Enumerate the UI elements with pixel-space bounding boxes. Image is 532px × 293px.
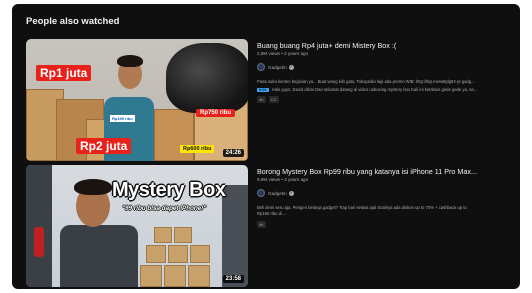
channel-name[interactable]: Gadgetin xyxy=(268,191,287,196)
video-meta: 9,9M views • 3 years ago xyxy=(257,177,309,182)
video-item[interactable]: Mystery Box "99 ribu bisa dapet iPhone!"… xyxy=(26,165,502,287)
channel-avatar[interactable] xyxy=(257,189,265,197)
cardboard-box xyxy=(140,265,162,287)
badge-cc: CC xyxy=(268,96,279,103)
channel-name[interactable]: Gadgetin xyxy=(268,65,287,70)
channel-avatar[interactable] xyxy=(257,63,265,71)
chapter-timestamp[interactable]: 0:00 xyxy=(257,87,269,92)
thumbnail-subtitle: "99 ribu bisa dapet iPhone!" xyxy=(122,205,207,212)
cardboard-box xyxy=(154,109,194,161)
duration-badge: 24:26 xyxy=(222,149,244,157)
video-title[interactable]: Buang buang Rp4 juta+ demi Mistery Box :… xyxy=(257,41,502,50)
person-hair xyxy=(117,55,143,67)
channel-link[interactable]: Gadgetin ✓ xyxy=(257,189,502,197)
price-label: Rp600 ribu xyxy=(180,145,215,153)
cardboard-box xyxy=(168,245,188,263)
cardboard-box xyxy=(174,227,192,243)
video-item[interactable]: Rp1 juta Rp2 juta Rp750 ribu Rp600 ribu … xyxy=(26,39,502,161)
verified-check-icon: ✓ xyxy=(288,64,294,70)
price-label: Rp1 juta xyxy=(36,65,92,81)
video-thumbnail[interactable]: Rp1 juta Rp2 juta Rp750 ribu Rp600 ribu … xyxy=(26,39,248,161)
cardboard-box xyxy=(190,245,210,263)
black-garbage-bag xyxy=(166,43,248,113)
person-shirt xyxy=(60,225,138,287)
video-info: Borong Mystery Box Rp99 ribu yang katany… xyxy=(257,165,502,287)
cardboard-box xyxy=(188,265,210,287)
video-badges: 4K CC xyxy=(257,96,502,103)
price-label: Rp750 ribu xyxy=(196,109,236,117)
video-thumbnail[interactable]: Mystery Box "99 ribu bisa dapet iPhone!"… xyxy=(26,165,248,287)
price-label: Rp150 ribu xyxy=(110,115,135,122)
section-title: People also watched xyxy=(26,16,120,27)
video-title[interactable]: Borong Mystery Box Rp99 ribu yang katany… xyxy=(257,167,502,176)
video-description: Pada suka konten beginian ya... Buat won… xyxy=(257,79,475,84)
duration-badge: 23:58 xyxy=(222,275,244,283)
thumbnail-title: Mystery Box xyxy=(112,179,226,201)
price-label: Rp2 juta xyxy=(76,138,132,154)
video-info: Buang buang Rp4 juta+ demi Mistery Box :… xyxy=(257,39,502,161)
channel-link[interactable]: Gadgetin ✓ xyxy=(257,63,502,71)
badge-4k: 4K xyxy=(257,96,266,103)
person-hair xyxy=(74,179,112,195)
cardboard-box xyxy=(164,265,186,287)
fire-extinguisher xyxy=(34,227,44,257)
video-badges: 4K xyxy=(257,221,502,228)
cardboard-box xyxy=(154,227,172,243)
chapter-row: 0:00 Halo guys, David disini Dan selamat… xyxy=(257,87,502,92)
video-description-continued: Rp150 ribu di ... xyxy=(257,211,287,216)
cardboard-box xyxy=(146,245,166,263)
chapter-text: Halo guys, David disini Dan selamat data… xyxy=(271,87,478,92)
shelf xyxy=(222,185,248,287)
video-description: Beli demi seru aja. Pengen belanja gadge… xyxy=(257,205,467,210)
video-meta: 2,8M views • 2 years ago xyxy=(257,51,309,56)
shelf xyxy=(26,165,52,287)
related-videos-panel: People also watched Rp1 juta Rp2 juta Rp… xyxy=(12,4,520,289)
badge-4k: 4K xyxy=(257,221,266,228)
verified-check-icon: ✓ xyxy=(288,190,294,196)
